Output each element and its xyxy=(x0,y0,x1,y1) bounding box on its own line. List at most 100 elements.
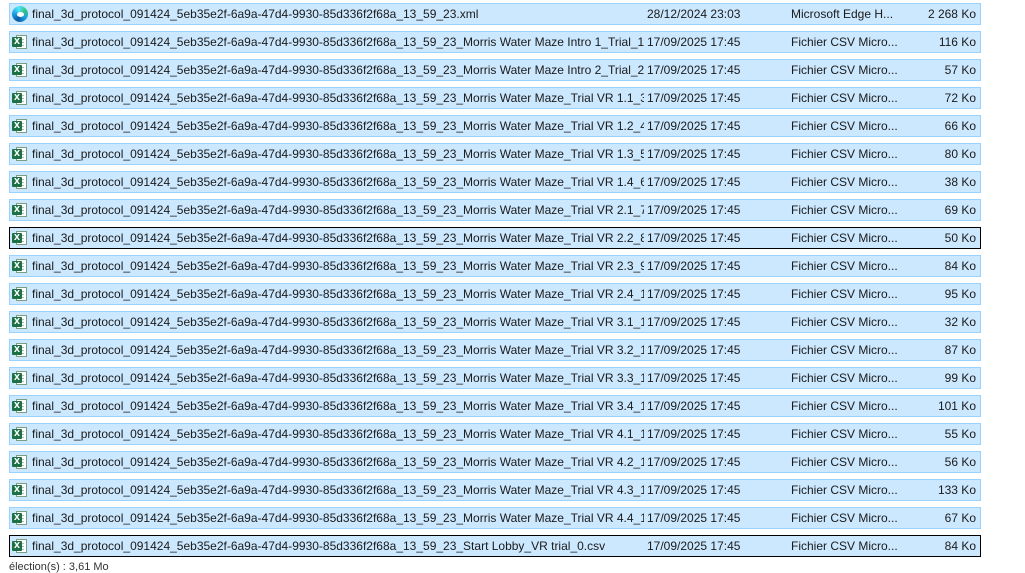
file-date-modified: 17/09/2025 17:45 xyxy=(647,119,741,133)
file-type: Fichier CSV Micro... xyxy=(791,343,898,357)
file-name: final_3d_protocol_091424_5eb35e2f-6a9a-4… xyxy=(32,511,644,525)
file-date-modified: 17/09/2025 17:45 xyxy=(647,287,741,301)
file-row[interactable]: Xfinal_3d_protocol_091424_5eb35e2f-6a9a-… xyxy=(9,31,981,53)
file-row[interactable]: Xfinal_3d_protocol_091424_5eb35e2f-6a9a-… xyxy=(9,143,981,165)
excel-icon: X xyxy=(12,510,28,526)
file-size: 133 Ko xyxy=(937,483,976,497)
excel-icon: X xyxy=(12,118,28,134)
file-name: final_3d_protocol_091424_5eb35e2f-6a9a-4… xyxy=(32,483,644,497)
excel-icon: X xyxy=(12,34,28,50)
excel-icon: X xyxy=(12,398,28,414)
file-row[interactable]: Xfinal_3d_protocol_091424_5eb35e2f-6a9a-… xyxy=(9,59,981,81)
file-name: final_3d_protocol_091424_5eb35e2f-6a9a-4… xyxy=(32,259,644,273)
file-name: final_3d_protocol_091424_5eb35e2f-6a9a-4… xyxy=(32,371,644,385)
file-size: 56 Ko xyxy=(944,455,976,469)
file-name: final_3d_protocol_091424_5eb35e2f-6a9a-4… xyxy=(32,35,644,49)
file-type: Fichier CSV Micro... xyxy=(791,259,898,273)
excel-icon: X xyxy=(12,90,28,106)
file-size: 38 Ko xyxy=(944,175,976,189)
file-date-modified: 17/09/2025 17:45 xyxy=(647,343,741,357)
file-name: final_3d_protocol_091424_5eb35e2f-6a9a-4… xyxy=(32,231,644,245)
file-name: final_3d_protocol_091424_5eb35e2f-6a9a-4… xyxy=(32,119,644,133)
file-row[interactable]: Xfinal_3d_protocol_091424_5eb35e2f-6a9a-… xyxy=(9,115,981,137)
file-size: 87 Ko xyxy=(944,343,976,357)
file-size: 101 Ko xyxy=(937,399,976,413)
file-row[interactable]: Xfinal_3d_protocol_091424_5eb35e2f-6a9a-… xyxy=(9,535,981,557)
file-size: 50 Ko xyxy=(944,231,976,245)
file-name: final_3d_protocol_091424_5eb35e2f-6a9a-4… xyxy=(32,91,644,105)
file-type: Fichier CSV Micro... xyxy=(791,231,898,245)
excel-icon: X xyxy=(12,174,28,190)
file-name: final_3d_protocol_091424_5eb35e2f-6a9a-4… xyxy=(32,343,644,357)
file-size: 99 Ko xyxy=(944,371,976,385)
file-row[interactable]: Xfinal_3d_protocol_091424_5eb35e2f-6a9a-… xyxy=(9,283,981,305)
file-type: Fichier CSV Micro... xyxy=(791,63,898,77)
file-type: Fichier CSV Micro... xyxy=(791,427,898,441)
file-row[interactable]: Xfinal_3d_protocol_091424_5eb35e2f-6a9a-… xyxy=(9,87,981,109)
file-name: final_3d_protocol_091424_5eb35e2f-6a9a-4… xyxy=(32,147,644,161)
file-row[interactable]: Xfinal_3d_protocol_091424_5eb35e2f-6a9a-… xyxy=(9,199,981,221)
file-size: 69 Ko xyxy=(944,203,976,217)
file-size: 57 Ko xyxy=(944,63,976,77)
file-date-modified: 17/09/2025 17:45 xyxy=(647,371,741,385)
file-size: 116 Ko xyxy=(938,35,976,49)
file-size: 32 Ko xyxy=(944,315,976,329)
file-size: 55 Ko xyxy=(944,427,976,441)
file-date-modified: 17/09/2025 17:45 xyxy=(647,147,741,161)
file-date-modified: 17/09/2025 17:45 xyxy=(647,539,741,553)
file-row[interactable]: Xfinal_3d_protocol_091424_5eb35e2f-6a9a-… xyxy=(9,507,981,529)
file-type: Fichier CSV Micro... xyxy=(791,511,898,525)
file-type: Fichier CSV Micro... xyxy=(791,175,898,189)
file-row[interactable]: Xfinal_3d_protocol_091424_5eb35e2f-6a9a-… xyxy=(9,255,981,277)
excel-icon: X xyxy=(12,314,28,330)
file-type: Microsoft Edge H... xyxy=(791,7,894,21)
file-date-modified: 17/09/2025 17:45 xyxy=(647,455,741,469)
file-row[interactable]: Xfinal_3d_protocol_091424_5eb35e2f-6a9a-… xyxy=(9,339,981,361)
excel-icon: X xyxy=(12,482,28,498)
file-row[interactable]: Xfinal_3d_protocol_091424_5eb35e2f-6a9a-… xyxy=(9,367,981,389)
file-row[interactable]: Xfinal_3d_protocol_091424_5eb35e2f-6a9a-… xyxy=(9,311,981,333)
edge-icon xyxy=(12,6,28,22)
file-size: 84 Ko xyxy=(944,259,976,273)
file-date-modified: 17/09/2025 17:45 xyxy=(647,175,741,189)
file-date-modified: 28/12/2024 23:03 xyxy=(647,7,741,21)
file-date-modified: 17/09/2025 17:45 xyxy=(647,483,741,497)
file-name: final_3d_protocol_091424_5eb35e2f-6a9a-4… xyxy=(32,287,644,301)
file-row[interactable]: Xfinal_3d_protocol_091424_5eb35e2f-6a9a-… xyxy=(9,423,981,445)
excel-icon: X xyxy=(12,370,28,386)
excel-icon: X xyxy=(12,230,28,246)
file-type: Fichier CSV Micro... xyxy=(791,35,898,49)
file-date-modified: 17/09/2025 17:45 xyxy=(647,427,741,441)
file-name: final_3d_protocol_091424_5eb35e2f-6a9a-4… xyxy=(32,315,644,329)
excel-icon: X xyxy=(12,538,28,554)
file-type: Fichier CSV Micro... xyxy=(791,119,898,133)
excel-icon: X xyxy=(12,454,28,470)
file-date-modified: 17/09/2025 17:45 xyxy=(647,35,741,49)
file-name: final_3d_protocol_091424_5eb35e2f-6a9a-4… xyxy=(32,63,644,77)
file-date-modified: 17/09/2025 17:45 xyxy=(647,203,741,217)
file-type: Fichier CSV Micro... xyxy=(791,203,898,217)
file-name: final_3d_protocol_091424_5eb35e2f-6a9a-4… xyxy=(32,175,644,189)
file-row[interactable]: Xfinal_3d_protocol_091424_5eb35e2f-6a9a-… xyxy=(9,451,981,473)
file-date-modified: 17/09/2025 17:45 xyxy=(647,63,741,77)
file-type: Fichier CSV Micro... xyxy=(791,455,898,469)
excel-icon: X xyxy=(12,202,28,218)
file-row[interactable]: Xfinal_3d_protocol_091424_5eb35e2f-6a9a-… xyxy=(9,171,981,193)
file-row[interactable]: Xfinal_3d_protocol_091424_5eb35e2f-6a9a-… xyxy=(9,227,981,249)
excel-icon: X xyxy=(12,258,28,274)
file-list: final_3d_protocol_091424_5eb35e2f-6a9a-4… xyxy=(9,3,981,563)
file-row[interactable]: Xfinal_3d_protocol_091424_5eb35e2f-6a9a-… xyxy=(9,395,981,417)
file-type: Fichier CSV Micro... xyxy=(791,371,898,385)
file-size: 72 Ko xyxy=(944,91,976,105)
file-date-modified: 17/09/2025 17:45 xyxy=(647,399,741,413)
excel-icon: X xyxy=(12,62,28,78)
file-row[interactable]: final_3d_protocol_091424_5eb35e2f-6a9a-4… xyxy=(9,3,981,25)
file-size: 84 Ko xyxy=(944,539,976,553)
excel-icon: X xyxy=(12,342,28,358)
file-type: Fichier CSV Micro... xyxy=(791,287,898,301)
file-date-modified: 17/09/2025 17:45 xyxy=(647,259,741,273)
file-row[interactable]: Xfinal_3d_protocol_091424_5eb35e2f-6a9a-… xyxy=(9,479,981,501)
file-date-modified: 17/09/2025 17:45 xyxy=(647,91,741,105)
file-date-modified: 17/09/2025 17:45 xyxy=(647,511,741,525)
file-date-modified: 17/09/2025 17:45 xyxy=(647,231,741,245)
